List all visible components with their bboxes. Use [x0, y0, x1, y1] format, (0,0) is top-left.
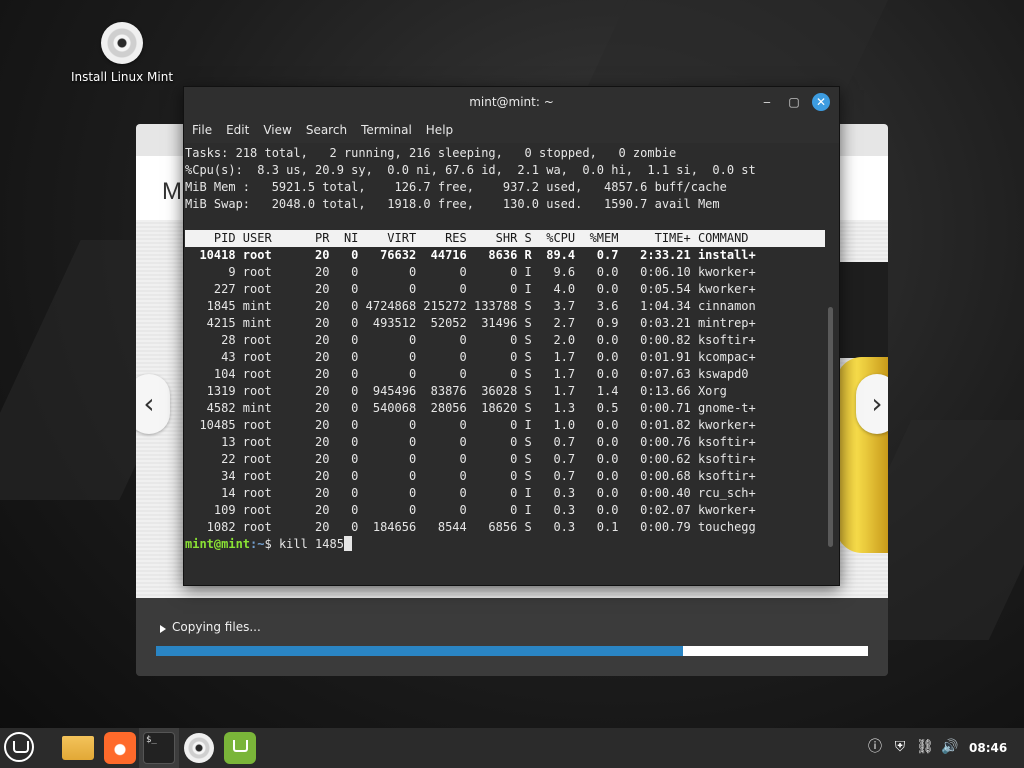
clock[interactable]: 08:46 — [969, 741, 1007, 755]
disc-icon — [101, 22, 143, 64]
process-row: 13 root 20 0 0 0 0 S 0.7 0.0 0:00.76 kso… — [185, 435, 756, 449]
slide-image-shadow — [836, 262, 888, 358]
menubar: File Edit View Search Terminal Help — [184, 117, 839, 143]
terminal-window[interactable]: mint@mint: ~ ‒ ▢ ✕ File Edit View Search… — [183, 86, 840, 586]
update-manager-icon[interactable]: ⓘ — [866, 738, 884, 756]
install-progress-bar — [156, 646, 868, 656]
process-row: 14 root 20 0 0 0 0 I 0.3 0.0 0:00.40 rcu… — [185, 486, 756, 500]
volume-icon[interactable]: 🔊 — [941, 738, 959, 756]
process-row: 227 root 20 0 0 0 0 I 4.0 0.0 0:05.54 kw… — [185, 282, 756, 296]
top-mem-line: MiB Mem : 5921.5 total, 126.7 free, 937.… — [185, 180, 727, 194]
network-icon[interactable]: ⛓ — [916, 738, 934, 756]
top-cpu-line: %Cpu(s): 8.3 us, 20.9 sy, 0.0 ni, 67.6 i… — [185, 163, 756, 177]
process-row: 22 root 20 0 0 0 0 S 0.7 0.0 0:00.62 kso… — [185, 452, 756, 466]
prompt-path: :~ — [250, 537, 265, 551]
scrollbar[interactable] — [828, 307, 833, 547]
expander-arrow-icon[interactable] — [160, 625, 166, 633]
top-tasks-line: Tasks: 218 total, 2 running, 216 sleepin… — [185, 146, 677, 160]
install-status: Copying files... — [160, 620, 261, 634]
process-row: 1319 root 20 0 945496 83876 36028 S 1.7 … — [185, 384, 727, 398]
command-text: kill 1485 — [278, 537, 344, 551]
process-row: 43 root 20 0 0 0 0 S 1.7 0.0 0:01.91 kco… — [185, 350, 756, 364]
menu-terminal[interactable]: Terminal — [361, 123, 412, 137]
desktop-icon-label: Install Linux Mint — [70, 70, 174, 84]
minimize-button[interactable]: ‒ — [758, 93, 776, 111]
terminal-output[interactable]: Tasks: 218 total, 2 running, 216 sleepin… — [185, 145, 825, 583]
previous-slide-button[interactable]: ‹ — [136, 374, 170, 434]
install-progress-fill — [156, 646, 683, 656]
prompt-user: mint@mint — [185, 537, 251, 551]
window-title: mint@mint: ~ — [469, 95, 554, 109]
maximize-button[interactable]: ▢ — [785, 93, 803, 111]
install-linux-mint-desktop-icon[interactable]: Install Linux Mint — [62, 22, 182, 84]
process-row: 9 root 20 0 0 0 0 I 9.6 0.0 0:06.10 kwor… — [185, 265, 756, 279]
terminal-titlebar[interactable]: mint@mint: ~ ‒ ▢ ✕ — [184, 87, 839, 117]
menu-search[interactable]: Search — [306, 123, 347, 137]
menu-edit[interactable]: Edit — [226, 123, 249, 137]
process-row: 104 root 20 0 0 0 0 S 1.7 0.0 0:07.63 ks… — [185, 367, 749, 381]
process-row: 4215 mint 20 0 493512 52052 31496 S 2.7 … — [185, 316, 756, 330]
installer-footer — [136, 598, 888, 676]
process-table-header: PID USER PR NI VIRT RES SHR S %CPU %MEM … — [185, 230, 825, 247]
process-row: 28 root 20 0 0 0 0 S 2.0 0.0 0:00.82 kso… — [185, 333, 756, 347]
process-row: 4582 mint 20 0 540068 28056 18620 S 1.3 … — [185, 401, 756, 415]
text-cursor — [343, 536, 352, 551]
slide-heading: M — [162, 178, 182, 205]
command-prompt[interactable]: mint@mint:~$ kill 1485 — [185, 536, 352, 553]
menu-file[interactable]: File — [192, 123, 212, 137]
process-row: 10418 root 20 0 76632 44716 8636 R 89.4 … — [185, 248, 756, 262]
taskbar-overlay: $_ ⓘ ⛨ ⛓ 🔊 08:46 — [0, 728, 1024, 768]
prompt-symbol: $ — [264, 537, 279, 551]
top-swap-line: MiB Swap: 2048.0 total, 1918.0 free, 130… — [185, 197, 720, 211]
menu-view[interactable]: View — [263, 123, 291, 137]
installer-taskbar-icon[interactable] — [184, 733, 214, 763]
process-row: 10485 root 20 0 0 0 0 I 1.0 0.0 0:01.82 … — [185, 418, 756, 432]
next-slide-button[interactable]: › — [856, 374, 888, 434]
menu-help[interactable]: Help — [426, 123, 453, 137]
process-row: 1082 root 20 0 184656 8544 6856 S 0.3 0.… — [185, 520, 756, 534]
shield-icon[interactable]: ⛨ — [891, 738, 909, 756]
process-row: 109 root 20 0 0 0 0 I 0.3 0.0 0:02.07 kw… — [185, 503, 756, 517]
status-text: Copying files... — [172, 620, 261, 634]
mintinstall-taskbar-icon[interactable] — [224, 732, 256, 764]
terminal-taskbar-icon[interactable]: $_ — [143, 732, 175, 764]
process-row: 34 root 20 0 0 0 0 S 0.7 0.0 0:00.68 kso… — [185, 469, 756, 483]
close-button[interactable]: ✕ — [812, 93, 830, 111]
process-row: 1845 mint 20 0 4724868 215272 133788 S 3… — [185, 299, 756, 313]
